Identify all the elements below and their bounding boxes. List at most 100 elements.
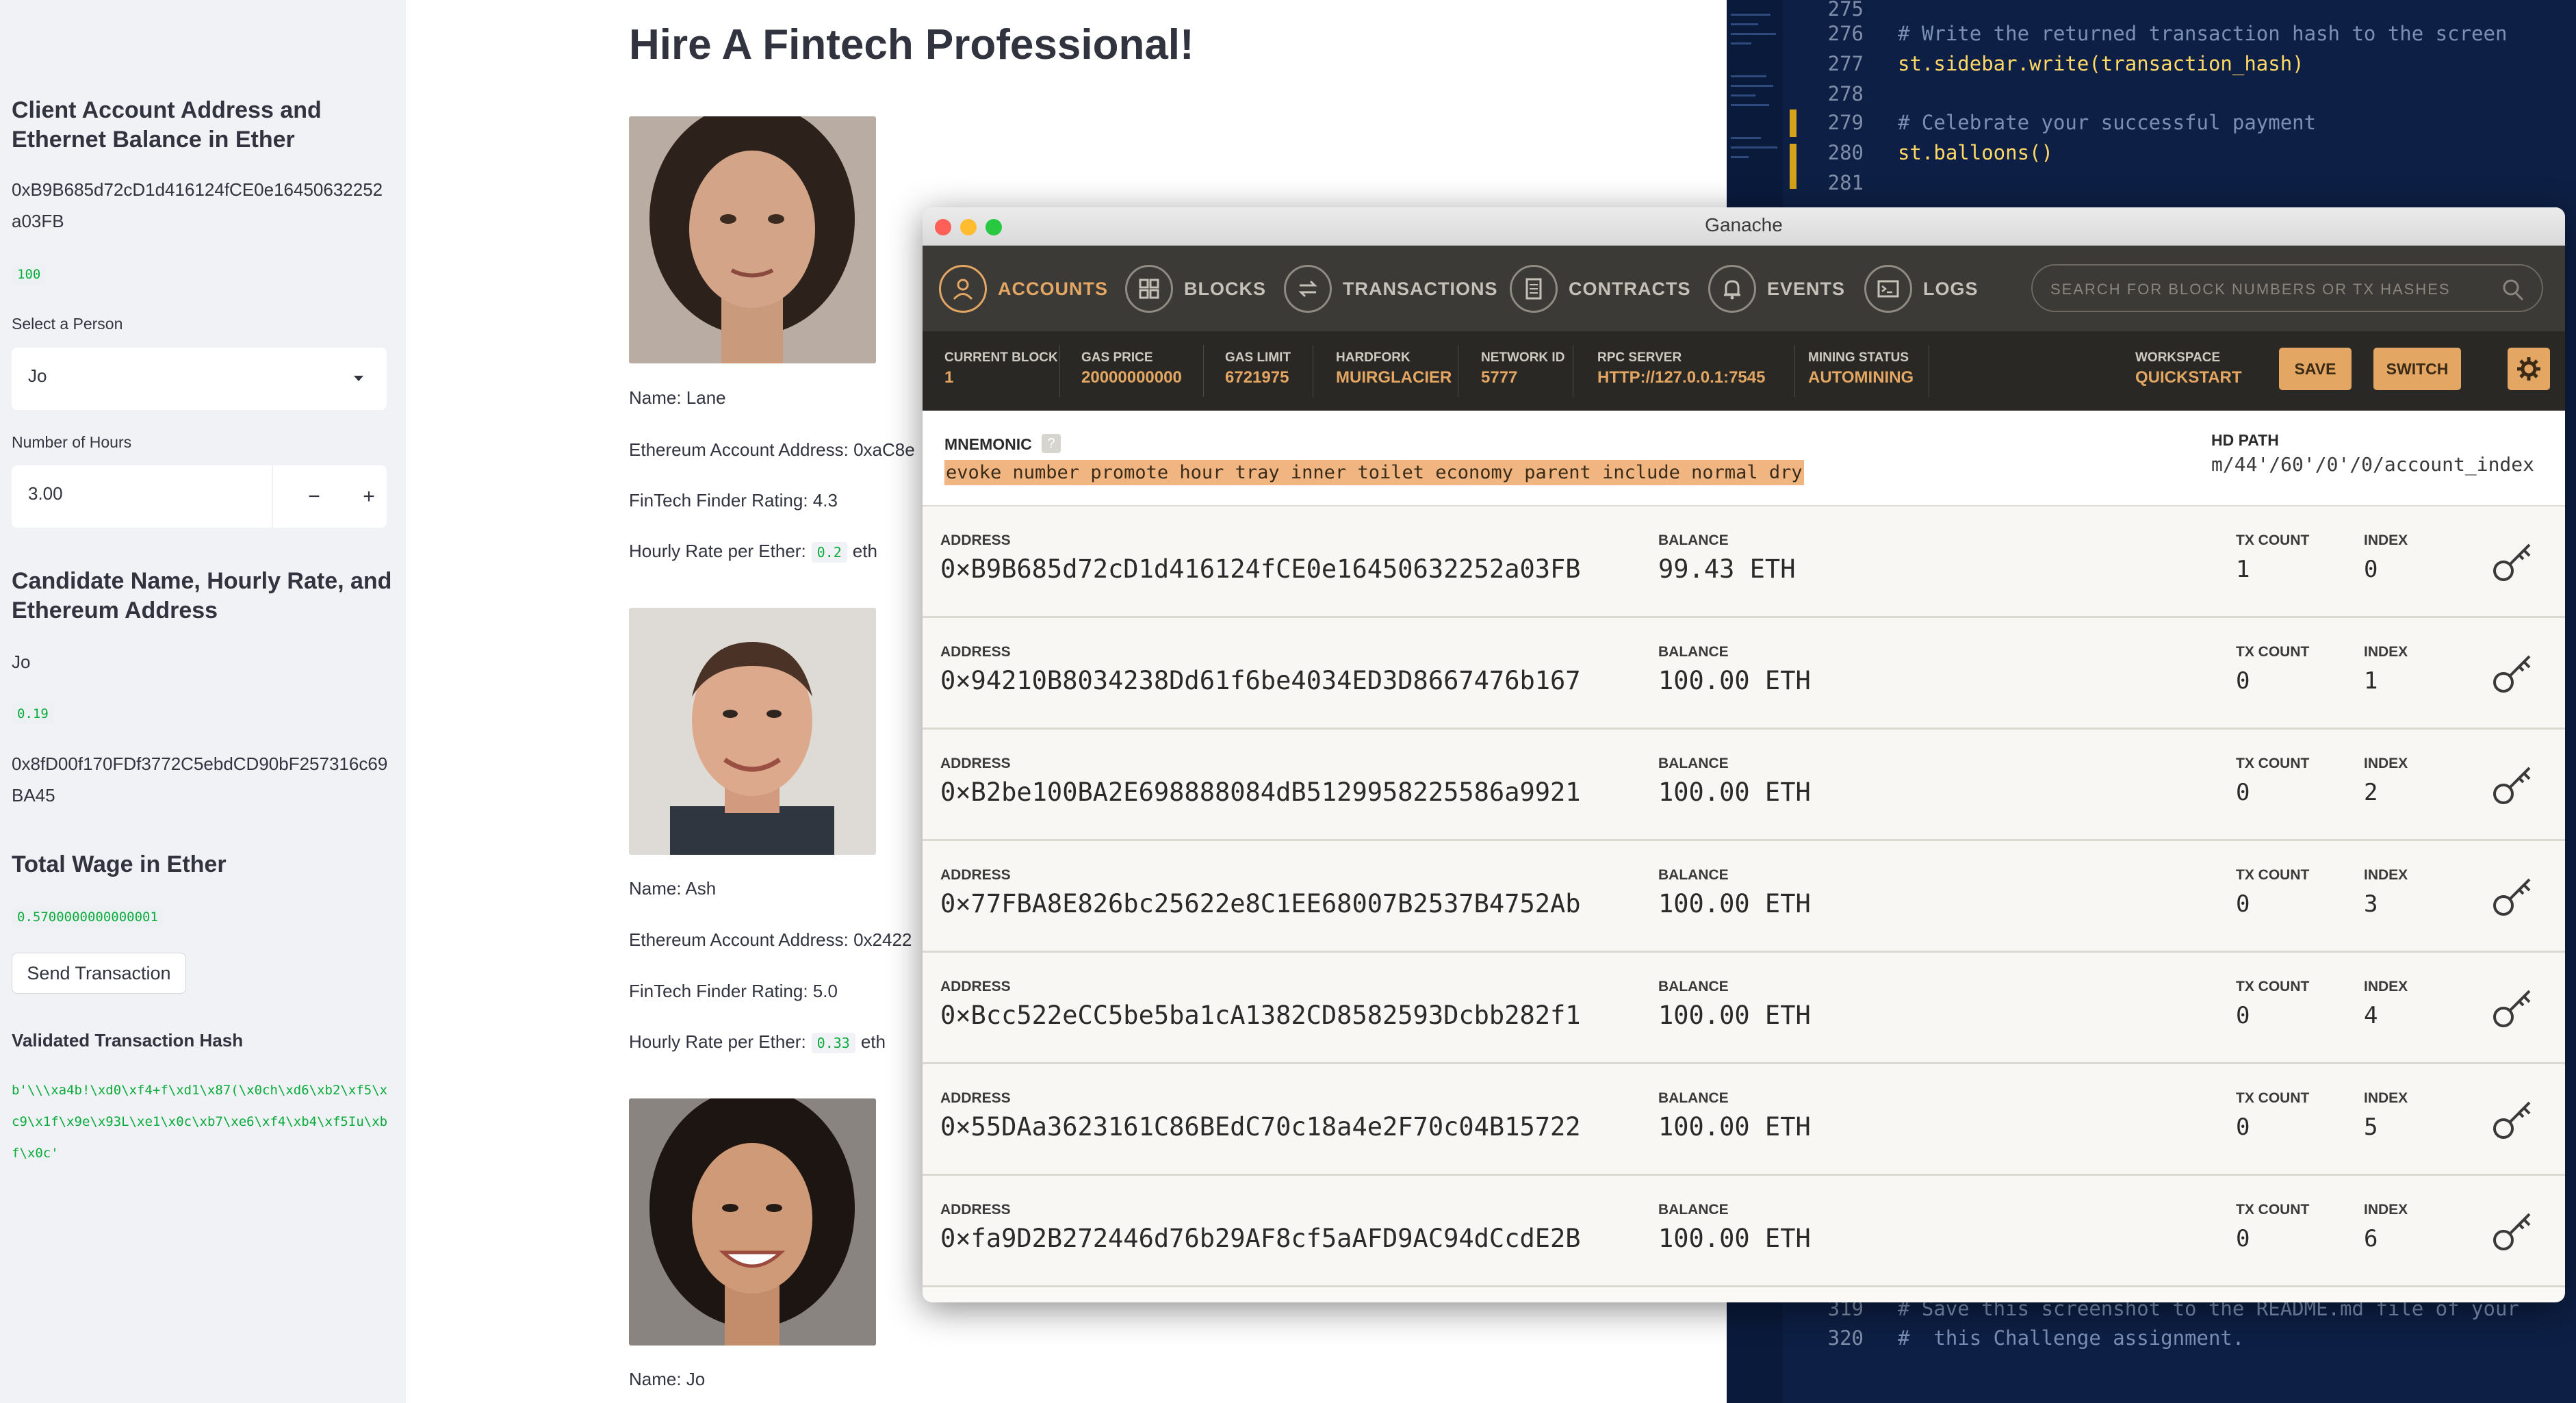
- balance-label: BALANCE: [1658, 644, 1729, 660]
- terminal-icon: [1864, 265, 1912, 313]
- balance-label: BALANCE: [1658, 979, 1729, 994]
- ganache-window: Ganache ACCOUNTS BLOCKS TRANSACTIONS CON…: [923, 207, 2565, 1302]
- account-address: 0×Bcc522eCC5be5ba1cA1382CD8582593Dcbb282…: [940, 1001, 1581, 1030]
- account-index: 5: [2364, 1114, 2378, 1141]
- tx-count-label: TX COUNT: [2236, 1202, 2310, 1218]
- nav-blocks[interactable]: BLOCKS: [1125, 263, 1266, 314]
- mnemonic-section: MNEMONIC ? evoke number promote hour tra…: [923, 411, 2565, 506]
- account-tx-count: 0: [2236, 1002, 2250, 1029]
- account-balance: 99.43 ETH: [1658, 554, 1796, 584]
- account-balance: 100.00 ETH: [1658, 1112, 1811, 1142]
- client-account-heading: Client Account Address and Ethernet Bala…: [12, 97, 322, 153]
- code-line: 280 st.balloons(): [1827, 141, 2053, 164]
- index-label: INDEX: [2364, 644, 2408, 660]
- hours-label: Number of Hours: [12, 433, 132, 451]
- account-address: 0×B2be100BA2E698888084dB5129958225586a99…: [940, 777, 1581, 807]
- candidate-rate: 0.19: [12, 704, 54, 724]
- index-label: INDEX: [2364, 867, 2408, 883]
- account-tx-count: 0: [2236, 667, 2250, 695]
- account-row[interactable]: ADDRESS 0×B9B685d72cD1d416124fCE0e1645063…: [923, 506, 2565, 618]
- gear-icon[interactable]: [2508, 348, 2550, 390]
- account-address: 0×94210B8034238Dd61f6be4034ED3D8667476b1…: [940, 666, 1581, 695]
- transaction-hash-value: b'\\\xa4b!\xd0\xf4+f\xd1\x87(\x0ch\xd6\x…: [12, 1083, 388, 1161]
- hours-stepper[interactable]: 3.00 − +: [12, 465, 387, 528]
- account-address: 0×B9B685d72cD1d416124fCE0e16450632252a03…: [940, 554, 1581, 584]
- ganache-status-bar: CURRENT BLOCK 1 GAS PRICE 20000000000 GAS …: [923, 331, 2565, 411]
- address-label: ADDRESS: [940, 644, 1011, 660]
- nav-events[interactable]: EVENTS: [1708, 263, 1845, 314]
- nav-contracts[interactable]: CONTRACTS: [1510, 263, 1691, 314]
- candidate-heading: Candidate Name, Hourly Rate, and Ethereu…: [12, 568, 392, 623]
- status-current-block: CURRENT BLOCK 1: [944, 350, 1058, 387]
- nav-logs[interactable]: LOGS: [1864, 263, 1979, 314]
- key-icon[interactable]: [2490, 983, 2538, 1031]
- search-placeholder: SEARCH FOR BLOCK NUMBERS OR TX HASHES: [2050, 281, 2451, 298]
- account-balance: 100.00 ETH: [1658, 1224, 1811, 1253]
- mnemonic-words[interactable]: evoke number promote hour tray inner toi…: [944, 460, 1804, 485]
- select-person-dropdown[interactable]: Jo: [12, 348, 387, 410]
- balance-label: BALANCE: [1658, 1202, 1729, 1218]
- account-row[interactable]: ADDRESS 0×fa9D2B272446d76b29AF8cf5aAFD9AC…: [923, 1176, 2565, 1287]
- total-wage-value: 0.5700000000000001: [12, 907, 164, 927]
- increment-button[interactable]: +: [342, 465, 396, 528]
- nav-accounts[interactable]: ACCOUNTS: [939, 263, 1108, 314]
- account-tx-count: 0: [2236, 779, 2250, 806]
- account-row[interactable]: ADDRESS 0×Bcc522eCC5be5ba1cA1382CD8582593…: [923, 953, 2565, 1064]
- key-icon[interactable]: [2490, 648, 2538, 696]
- key-icon[interactable]: [2490, 760, 2538, 808]
- hours-input[interactable]: 3.00: [28, 483, 63, 504]
- window-titlebar[interactable]: Ganache: [923, 207, 2565, 246]
- search-input[interactable]: SEARCH FOR BLOCK NUMBERS OR TX HASHES: [2031, 264, 2543, 312]
- key-icon[interactable]: [2490, 537, 2538, 584]
- nav-blocks-label: BLOCKS: [1184, 278, 1266, 299]
- code-line: 281: [1827, 171, 1864, 194]
- index-label: INDEX: [2364, 1090, 2408, 1106]
- address-label: ADDRESS: [940, 756, 1011, 771]
- account-address: 0×fa9D2B272446d76b29AF8cf5aAFD9AC94dCcdE…: [940, 1224, 1581, 1253]
- account-tx-count: 0: [2236, 1225, 2250, 1252]
- account-row[interactable]: ADDRESS 0×55DAa3623161C86BEdC70c18a4e2F70…: [923, 1064, 2565, 1176]
- nav-logs-label: LOGS: [1923, 278, 1979, 299]
- nav-events-label: EVENTS: [1767, 278, 1846, 299]
- candidate-address-ash: Ethereum Account Address: 0x2422: [629, 929, 912, 950]
- decrement-button[interactable]: −: [287, 465, 342, 528]
- account-row[interactable]: ADDRESS 0×94210B8034238Dd61f6be4034ED3D86…: [923, 618, 2565, 730]
- rate-value: 0.33: [811, 1033, 855, 1053]
- address-label: ADDRESS: [940, 979, 1011, 994]
- address-label: ADDRESS: [940, 532, 1011, 548]
- candidate-name-jo: Name: Jo: [629, 1369, 706, 1389]
- account-balance: 100.00 ETH: [1658, 889, 1811, 918]
- account-row[interactable]: ADDRESS 0×77FBA8E826bc25622e8C1EE68007B25…: [923, 841, 2565, 953]
- window-title: Ganache: [1705, 214, 1783, 235]
- page-title: Hire A Fintech Professional!: [629, 21, 1194, 68]
- key-icon[interactable]: [2490, 871, 2538, 919]
- key-icon[interactable]: [2490, 1094, 2538, 1142]
- account-row[interactable]: ADDRESS 0×B2be100BA2E698888084dB512995822…: [923, 730, 2565, 841]
- tx-count-label: TX COUNT: [2236, 867, 2310, 883]
- help-icon[interactable]: ?: [1042, 434, 1061, 453]
- save-button[interactable]: SAVE: [2279, 348, 2352, 390]
- account-index: 2: [2364, 779, 2378, 806]
- address-label: ADDRESS: [940, 1090, 1011, 1106]
- rate-value: 0.2: [811, 542, 847, 563]
- sidebar: Client Account Address and Ethernet Bala…: [0, 0, 406, 1403]
- key-icon[interactable]: [2490, 1206, 2538, 1254]
- client-balance-value: 100: [12, 264, 47, 285]
- candidate-rate-row-lane: Hourly Rate per Ether: 0.2 eth: [629, 541, 877, 563]
- balance-label: BALANCE: [1658, 867, 1729, 883]
- search-icon[interactable]: [2501, 276, 2525, 309]
- code-line: 278: [1827, 82, 1864, 105]
- blocks-icon: [1125, 265, 1173, 313]
- account-index: 4: [2364, 1002, 2378, 1029]
- switch-button[interactable]: SWITCH: [2373, 348, 2461, 390]
- select-person-label: Select a Person: [12, 315, 123, 333]
- rate-unit: eth: [860, 1031, 886, 1052]
- tx-count-label: TX COUNT: [2236, 979, 2310, 994]
- account-balance: 100.00 ETH: [1658, 777, 1811, 807]
- send-transaction-button[interactable]: Send Transaction: [12, 953, 186, 994]
- mnemonic-label: MNEMONIC: [944, 435, 1032, 453]
- bell-icon: [1708, 265, 1756, 313]
- chevron-down-icon: [354, 376, 363, 381]
- nav-transactions[interactable]: TRANSACTIONS: [1284, 263, 1498, 314]
- nav-accounts-label: ACCOUNTS: [998, 278, 1108, 299]
